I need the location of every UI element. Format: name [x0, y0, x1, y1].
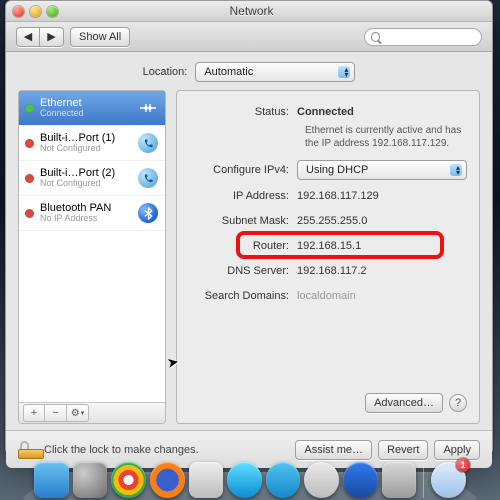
location-label: Location: [143, 66, 188, 78]
search-icon [371, 32, 380, 42]
phone-icon [137, 167, 159, 189]
sidebar-item-ethernet[interactable]: Ethernet Connected [19, 91, 165, 126]
router-value: 192.168.15.1 [297, 240, 361, 252]
action-menu-button[interactable]: ⚙▾ [67, 404, 89, 422]
dock-mail-icon[interactable] [189, 462, 224, 498]
nav-segment: ◀ ▶ [16, 27, 64, 47]
close-icon[interactable] [13, 6, 24, 17]
status-dot-icon [25, 209, 34, 218]
status-dot-icon [25, 174, 34, 183]
forward-button[interactable]: ▶ [40, 27, 64, 47]
dock-downloads-icon[interactable]: 1 [431, 462, 466, 498]
dock-systemprefs-icon[interactable] [382, 462, 417, 498]
zoom-icon[interactable] [47, 6, 58, 17]
location-popup[interactable]: Automatic ▴▾ [195, 62, 355, 82]
status-description: Ethernet is currently active and has the… [305, 125, 467, 150]
dns-label: DNS Server: [189, 265, 297, 277]
bluetooth-icon [137, 202, 159, 224]
dock-firefox-icon[interactable] [150, 462, 185, 498]
sidebar-item-modem2[interactable]: Built-i…Port (2) Not Configured [19, 161, 165, 196]
dock: 1 [20, 454, 480, 500]
mask-value: 255.255.255.0 [297, 215, 367, 227]
ipv4-value: Using DHCP [306, 164, 368, 176]
service-status: Not Configured [40, 179, 115, 189]
search-domains-label: Search Domains: [189, 290, 297, 302]
status-value: Connected [297, 106, 354, 118]
sidebar-footer: + − ⚙▾ [19, 402, 165, 423]
back-button[interactable]: ◀ [16, 27, 40, 47]
dock-itunes-icon[interactable] [304, 462, 339, 498]
service-status: Connected [40, 109, 84, 119]
help-button[interactable]: ? [449, 394, 467, 412]
configure-ipv4-popup[interactable]: Using DHCP ▴▾ [297, 160, 467, 180]
ip-value: 192.168.117.129 [297, 190, 379, 202]
window-title: Network [58, 4, 445, 18]
services-sidebar: Ethernet Connected Built-i…Port (1) Not … [18, 90, 166, 424]
dock-launchpad-icon[interactable] [73, 462, 108, 498]
toolbar: ◀ ▶ Show All [6, 22, 492, 52]
service-status: Not Configured [40, 144, 115, 154]
remove-service-button[interactable]: − [45, 404, 67, 422]
sidebar-item-modem1[interactable]: Built-i…Port (1) Not Configured [19, 126, 165, 161]
router-label: Router: [189, 240, 297, 252]
phone-icon [137, 132, 159, 154]
dock-messages-icon[interactable] [227, 462, 262, 498]
mask-label: Subnet Mask: [189, 215, 297, 227]
chevron-updown-icon: ▴▾ [344, 67, 348, 77]
sidebar-item-bluetooth[interactable]: Bluetooth PAN No IP Address [19, 196, 165, 231]
search-field[interactable] [364, 28, 482, 46]
ethernet-icon [137, 97, 159, 119]
dock-separator [423, 466, 424, 498]
gear-icon: ⚙ [71, 408, 80, 419]
window-controls [13, 6, 58, 17]
advanced-button[interactable]: Advanced… [365, 393, 443, 413]
search-input[interactable] [384, 31, 475, 43]
dns-value: 192.168.117.2 [297, 265, 367, 277]
show-all-button[interactable]: Show All [70, 27, 130, 47]
downloads-badge: 1 [456, 458, 470, 472]
detail-pane: Status: Connected Ethernet is currently … [176, 90, 480, 424]
ipv4-label: Configure IPv4: [189, 164, 297, 176]
status-dot-icon [25, 104, 34, 113]
dock-appstore-icon[interactable] [343, 462, 378, 498]
ip-label: IP Address: [189, 190, 297, 202]
service-status: No IP Address [40, 214, 111, 224]
dock-skype-icon[interactable] [266, 462, 301, 498]
status-dot-icon [25, 139, 34, 148]
location-row: Location: Automatic ▴▾ [6, 52, 492, 90]
dock-finder-icon[interactable] [34, 462, 69, 498]
chevron-down-icon: ▾ [81, 409, 85, 417]
dock-chrome-icon[interactable] [111, 462, 146, 498]
chevron-updown-icon: ▴▾ [456, 165, 460, 175]
location-value: Automatic [204, 66, 253, 78]
network-preferences-window: Network ◀ ▶ Show All Location: Automatic… [5, 0, 493, 455]
minimize-icon[interactable] [30, 6, 41, 17]
search-domains-value: localdomain [297, 290, 356, 302]
add-service-button[interactable]: + [23, 404, 45, 422]
status-label: Status: [189, 106, 297, 118]
titlebar[interactable]: Network [6, 1, 492, 22]
